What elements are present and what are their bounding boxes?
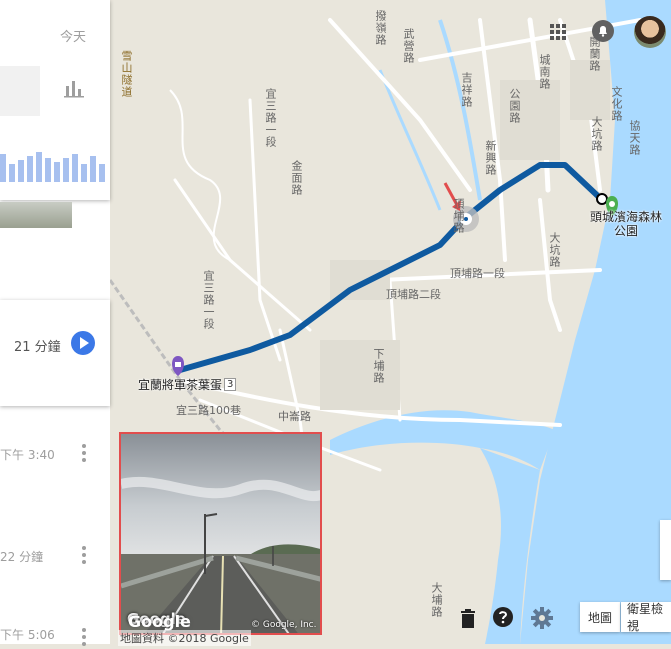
- bar-chart-icon[interactable]: [64, 78, 84, 98]
- more-icon[interactable]: [82, 628, 86, 649]
- map-road-label: 宜三路一段: [264, 88, 277, 148]
- map-road-label: 金面路: [290, 160, 303, 196]
- map-road-label: 協天路: [628, 120, 641, 156]
- route-option-card[interactable]: 21 分鐘: [0, 300, 110, 406]
- list-item[interactable]: 22 分鐘: [0, 530, 110, 590]
- map-road-label: 大坑路: [590, 116, 603, 152]
- row-time: 下午 5:06: [0, 628, 55, 642]
- street-view-copyright: © Google, Inc.: [251, 620, 317, 630]
- street-thumbnail[interactable]: [0, 202, 72, 228]
- directions-panel: 今天 21 分鐘 下午 3:40 22 分鐘 下午 5:06: [0, 0, 110, 646]
- map-view-button[interactable]: 地圖: [580, 602, 620, 632]
- more-icon[interactable]: [82, 546, 86, 567]
- map-road-label: 頂埔路一段: [450, 267, 505, 280]
- zoom-control-edge[interactable]: [660, 520, 671, 580]
- map-road-label: 中崙路: [278, 410, 311, 423]
- list-item[interactable]: 下午 3:40: [0, 420, 110, 480]
- map-google-logo: Google: [128, 612, 191, 631]
- trash-icon[interactable]: [460, 608, 476, 628]
- map-road-label: 大坑路: [548, 232, 561, 268]
- map-road-label: 城南路: [538, 54, 551, 90]
- road-badge: 3: [224, 378, 237, 391]
- row-time: 22 分鐘: [0, 550, 44, 564]
- map-road-label: 文化路: [610, 86, 623, 122]
- settings-gear-icon[interactable]: [530, 606, 554, 630]
- route-duration: 21 分鐘: [14, 340, 61, 355]
- list-item[interactable]: 下午 5:06: [0, 612, 110, 646]
- map-road-label: 新興路: [484, 140, 497, 176]
- traffic-bars: [0, 150, 110, 182]
- more-icon[interactable]: [82, 444, 86, 465]
- map-road-label: 大埔路: [430, 582, 443, 618]
- chart-band: [0, 66, 40, 116]
- avatar[interactable]: [634, 16, 666, 48]
- map-road-label: 宜三路100巷: [176, 404, 241, 417]
- destination-label[interactable]: 頭城濱海森林公園: [590, 210, 662, 238]
- row-time: 下午 3:40: [0, 448, 55, 462]
- street-view-preview[interactable]: Google © Google, Inc.: [119, 432, 322, 635]
- satellite-view-button[interactable]: 衛星檢視: [621, 602, 671, 632]
- map-road-label: 頂埔路二段: [386, 288, 441, 301]
- origin-label[interactable]: 宜蘭將軍茶葉蛋: [138, 376, 222, 393]
- apps-grid-icon[interactable]: [550, 24, 566, 40]
- map-road-label: 下埔路: [372, 348, 385, 384]
- map-road-label: 吉祥路: [460, 72, 473, 108]
- notifications-icon[interactable]: [592, 20, 614, 42]
- play-icon[interactable]: [70, 330, 96, 356]
- map-road-label: 頂埔路: [452, 198, 465, 234]
- map-road-label: 宜三路一段: [202, 270, 215, 330]
- map-road-label: 撥嶺路: [374, 10, 387, 46]
- map-road-label: 武營路: [402, 28, 415, 64]
- map-road-label: 雪山隧道: [120, 50, 133, 98]
- map-road-label: 公園路: [508, 88, 521, 124]
- help-icon[interactable]: [492, 606, 514, 628]
- trip-chart-card: 今天: [0, 0, 110, 200]
- date-label: 今天: [60, 30, 87, 45]
